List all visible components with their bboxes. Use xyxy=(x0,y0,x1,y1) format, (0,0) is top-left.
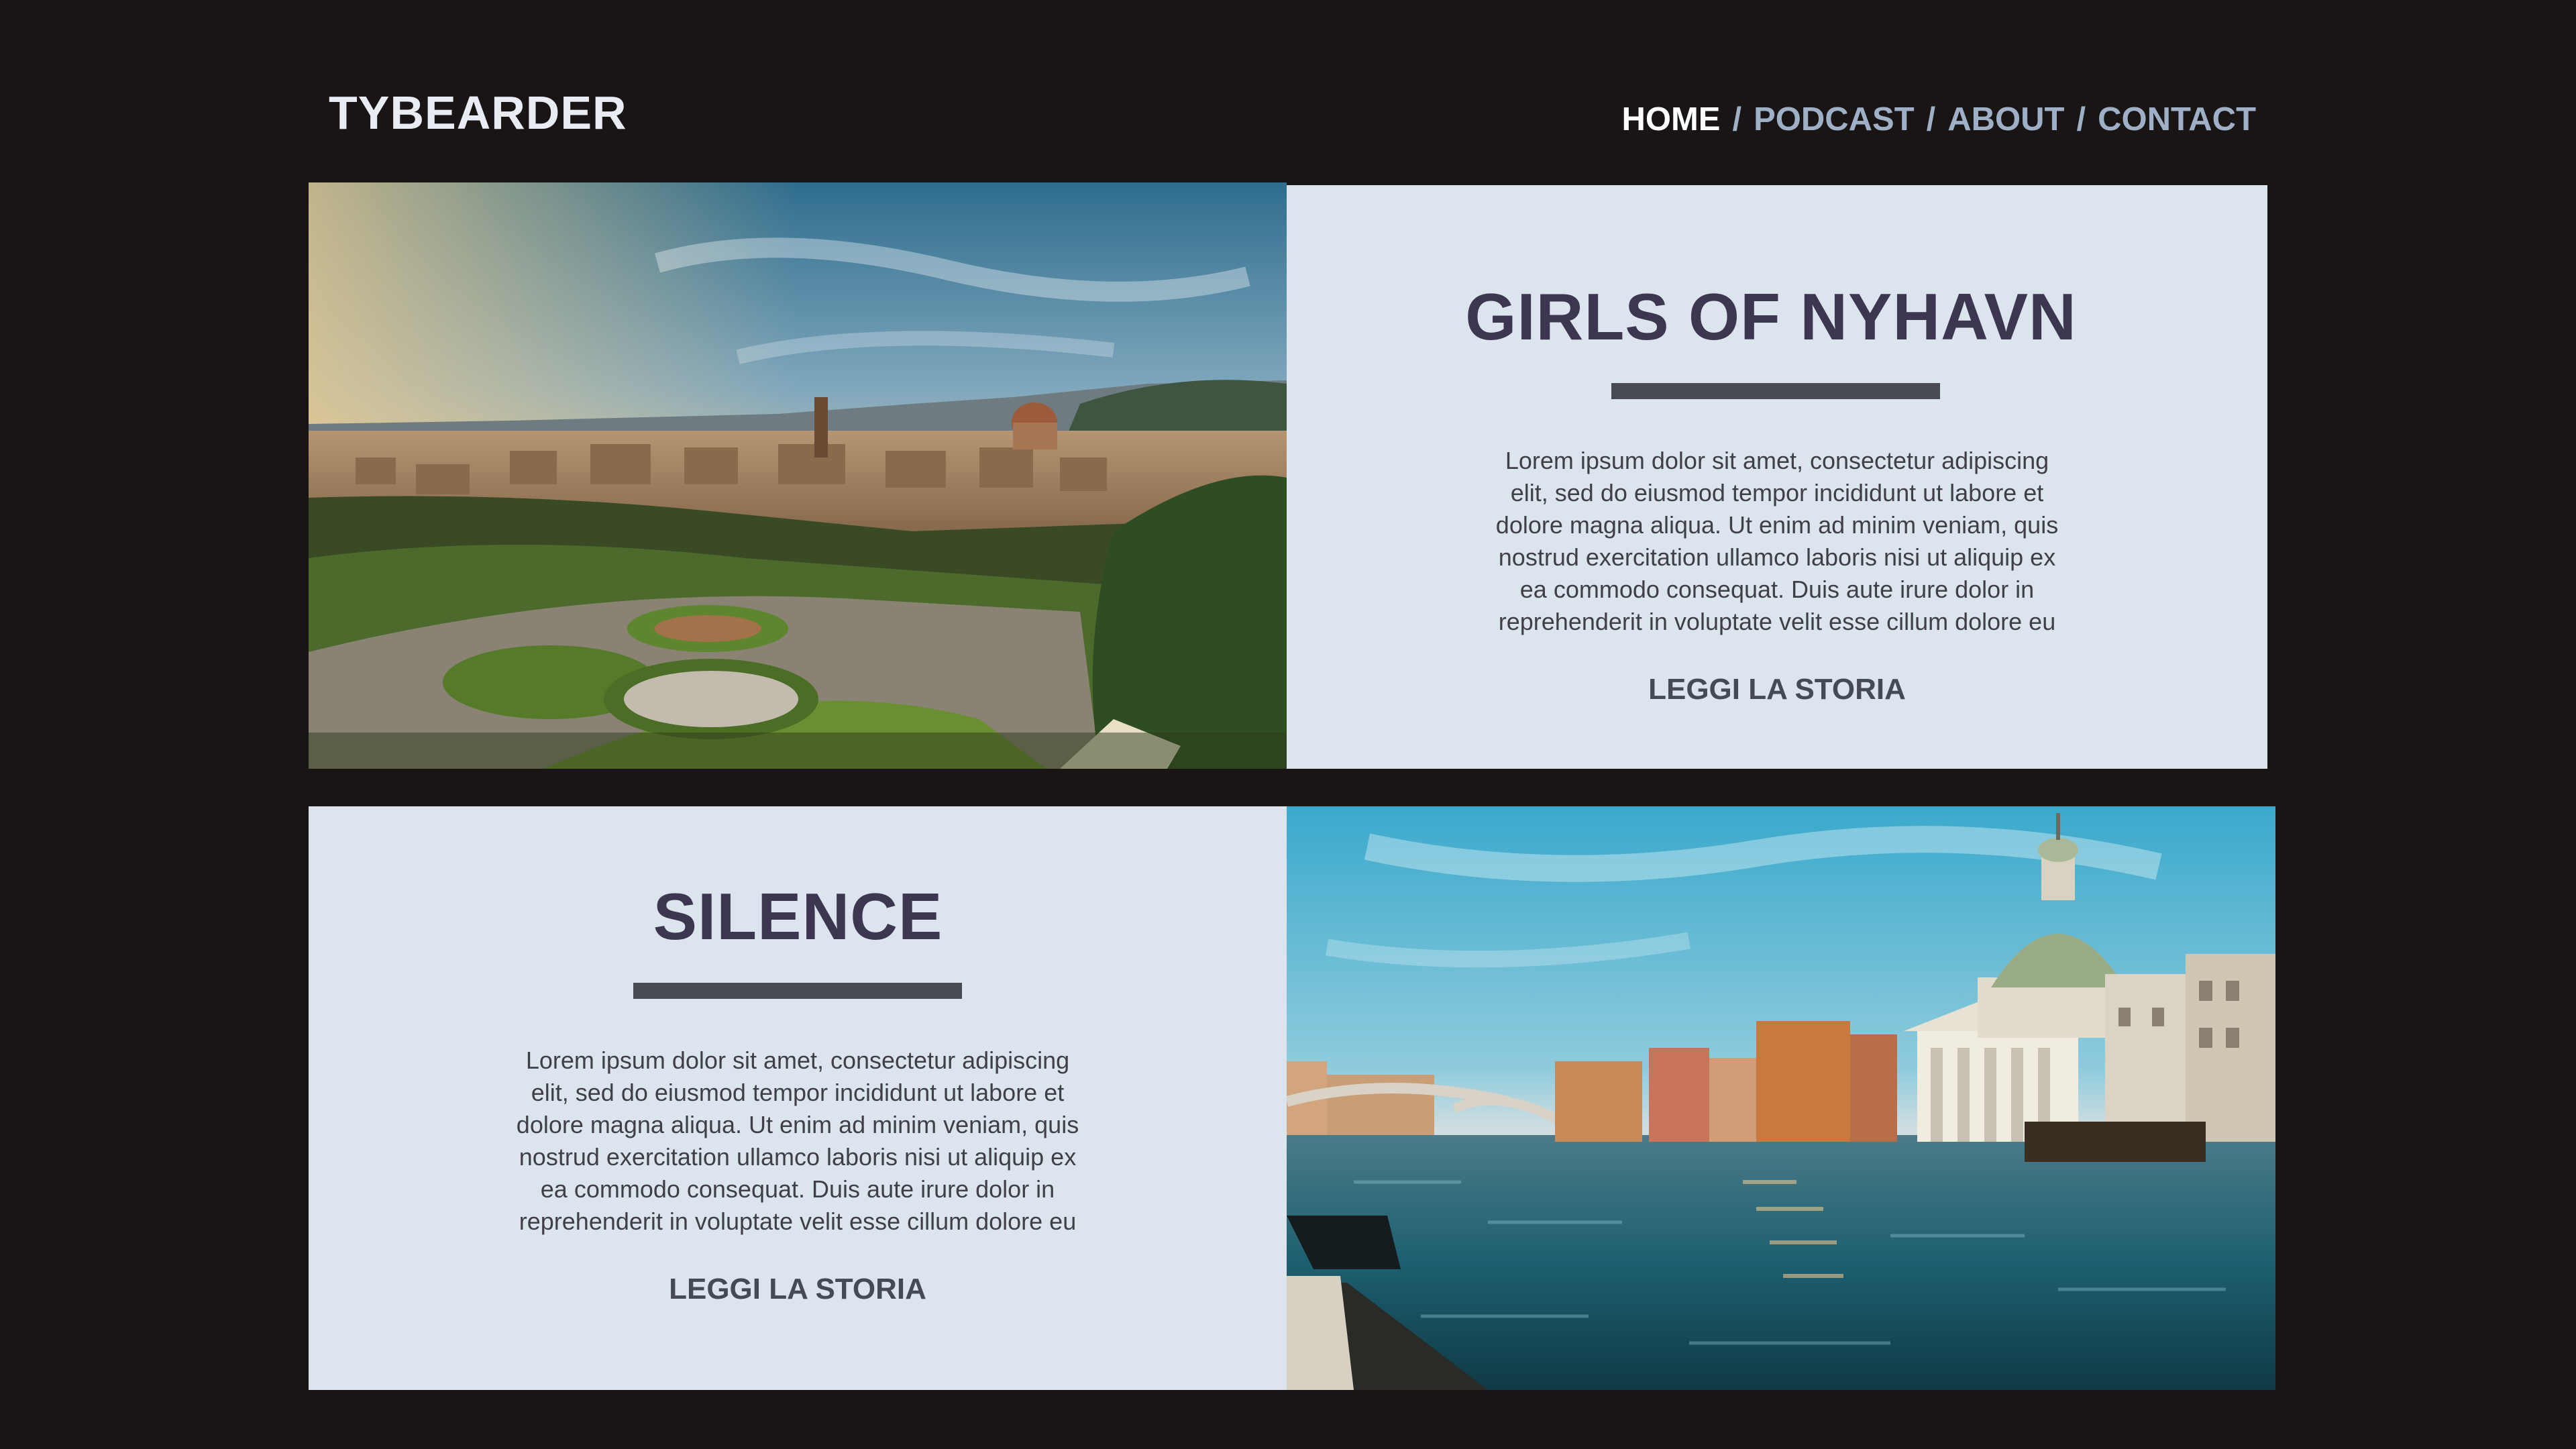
site-logo[interactable]: TYBEARDER xyxy=(329,86,627,140)
nav-home-link[interactable]: HOME xyxy=(1621,101,1720,138)
nav-separator: / xyxy=(2076,101,2086,138)
nav-about-link[interactable]: ABOUT xyxy=(1947,101,2064,138)
main-nav: HOME / PODCAST / ABOUT / CONTACT xyxy=(1621,101,2256,138)
story-1-title-rule xyxy=(1611,383,1940,399)
story-card-2: SILENCE Lorem ipsum dolor sit amet, cons… xyxy=(309,806,1287,1390)
story-2-read-more-link[interactable]: LEGGI LA STORIA xyxy=(669,1273,926,1306)
story-1-title: GIRLS OF NYHAVN xyxy=(1465,280,2077,354)
nav-podcast-link[interactable]: PODCAST xyxy=(1754,101,1915,138)
nav-separator: / xyxy=(1926,101,1936,138)
story-1-image-florence xyxy=(309,182,1287,769)
story-1-read-more-link[interactable]: LEGGI LA STORIA xyxy=(1648,673,1906,706)
nav-separator: / xyxy=(1732,101,1742,138)
story-2-body: Lorem ipsum dolor sit amet, consectetur … xyxy=(516,1046,1079,1235)
story-card-1: GIRLS OF NYHAVN Lorem ipsum dolor sit am… xyxy=(1287,185,2267,769)
nav-contact-link[interactable]: CONTACT xyxy=(2098,101,2256,138)
story-1-body: Lorem ipsum dolor sit amet, consectetur … xyxy=(1495,447,2059,635)
story-2-image-venice xyxy=(1287,806,2275,1390)
story-2-title-rule xyxy=(633,983,962,999)
story-2-title: SILENCE xyxy=(653,879,943,953)
